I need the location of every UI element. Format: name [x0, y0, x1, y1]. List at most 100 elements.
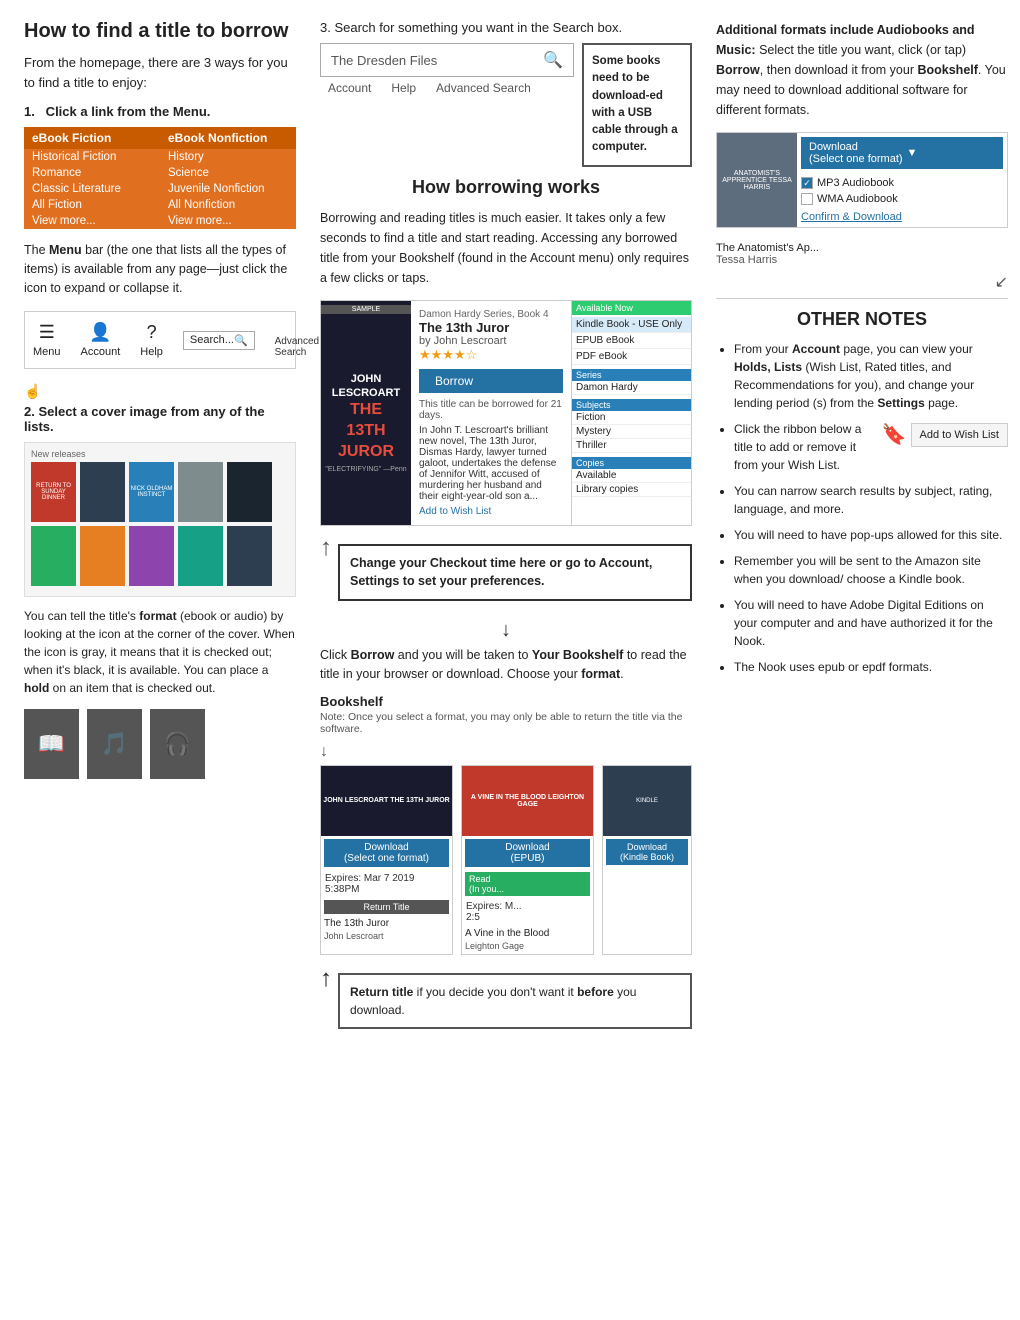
menu-header-nonfiction[interactable]: eBook Nonfiction	[160, 127, 296, 149]
menu-col-fiction: eBook Fiction Historical Fiction Romance…	[24, 127, 160, 229]
bs-download-btn-1[interactable]: Download(Select one format)	[324, 839, 449, 867]
df-option-mp3[interactable]: ✓ MP3 Audiobook	[801, 175, 1003, 191]
nav-search-bar[interactable]: Search... 🔍	[183, 331, 255, 350]
add-wishlist-link[interactable]: Add to Wish List	[419, 506, 563, 517]
nav-menu-item[interactable]: ☰ Menu	[33, 322, 61, 358]
mp3-checkbox[interactable]: ✓	[801, 177, 813, 189]
book-cover-5[interactable]	[227, 462, 272, 522]
note-item-7: The Nook uses epub or epdf formats.	[734, 658, 1008, 676]
bs-read-btn[interactable]: Read(In you...	[465, 872, 590, 896]
series-section-label: Series	[572, 369, 691, 381]
download-format-mock: ANATOMIST'S APPRENTICE TESSA HARRIS Down…	[716, 132, 1008, 228]
bs-card-1: JOHN LESCROART THE 13TH JUROR Download(S…	[320, 765, 453, 955]
copies-available: Available	[572, 469, 691, 483]
menu-item-romance[interactable]: Romance	[24, 165, 160, 181]
menu-item-more-nonfiction[interactable]: View more...	[160, 213, 296, 229]
menu-item-juvenile[interactable]: Juvenile Nonfiction	[160, 181, 296, 197]
series-val: Damon Hardy	[572, 381, 691, 395]
menu-item-historical[interactable]: Historical Fiction	[24, 149, 160, 165]
bs-cover-vine-text: A VINE IN THE BLOOD LEIGHTON GAGE	[462, 794, 593, 808]
df-download-btn[interactable]: Download(Select one format) ▼	[801, 137, 1003, 169]
book-cover-10[interactable]	[227, 526, 272, 586]
menu-item-science[interactable]: Science	[160, 165, 296, 181]
df-book-author: Tessa Harris	[716, 254, 1008, 266]
return-callout: Return title if you decide you don't wan…	[338, 973, 692, 1029]
search-icon[interactable]: 🔍	[543, 50, 563, 70]
book-cover-6[interactable]	[31, 526, 76, 586]
wma-label: WMA Audiobook	[817, 193, 898, 205]
bs-return-btn-1[interactable]: Return Title	[324, 900, 449, 914]
star-rating: ★★★★☆	[419, 347, 563, 363]
mp3-label: MP3 Audiobook	[817, 177, 894, 189]
bs-card-2: A VINE IN THE BLOOD LEIGHTON GAGE Downlo…	[461, 765, 594, 955]
menu-header-fiction[interactable]: eBook Fiction	[24, 127, 160, 149]
some-books-callout: Some books need to be download-ed with a…	[582, 43, 692, 167]
checkout-callout-text: Change your Checkout time here or go to …	[350, 556, 652, 589]
df-download-label: Download(Select one format)	[809, 141, 903, 165]
subject-mystery[interactable]: Mystery	[572, 425, 691, 439]
arrow-down-icon: ↓	[320, 619, 692, 642]
menu-mockup: eBook Fiction Historical Fiction Romance…	[24, 127, 296, 229]
nav-account-item[interactable]: 👤 Account	[81, 322, 121, 358]
wish-list-text: Click the ribbon below a title to add or…	[734, 420, 874, 474]
step1-label: 1. Click a link from the Menu.	[24, 104, 296, 119]
arrow-up-icon: ↑	[320, 534, 332, 562]
confirm-download-link[interactable]: Confirm & Download	[801, 211, 1003, 223]
menu-item-history[interactable]: History	[160, 149, 296, 165]
nav-help-item[interactable]: ? Help	[140, 322, 163, 358]
book-cover-9[interactable]	[178, 526, 223, 586]
df-option-wma[interactable]: WMA Audiobook	[801, 191, 1003, 207]
note-item-3: You can narrow search results by subject…	[734, 482, 1008, 518]
note-item-4: You will need to have pop-ups allowed fo…	[734, 526, 1008, 544]
wma-checkbox[interactable]	[801, 193, 813, 205]
add-wishlist-btn[interactable]: Add to Wish List	[911, 423, 1008, 448]
link-help[interactable]: Help	[391, 81, 416, 95]
bs-download-btn-2[interactable]: Download(EPUB)	[465, 839, 590, 867]
book-cover-7[interactable]	[80, 526, 125, 586]
search-bar[interactable]: The Dresden Files 🔍	[320, 43, 574, 77]
bs-cover-juror: JOHN LESCROART THE 13TH JUROR	[321, 766, 452, 836]
nav-menu-label: Menu	[33, 346, 61, 358]
book-cover-3[interactable]: NICK OLDHAM INSTINCT	[129, 462, 174, 522]
menu-item-more-fiction[interactable]: View more...	[24, 213, 160, 229]
bs-download-btn-3[interactable]: Download(Kindle Book)	[606, 839, 688, 865]
book-author: by John Lescroart	[419, 335, 563, 347]
cover-book-title: JOHNLESCROARTTHE13THJUROR	[332, 372, 400, 463]
bs-cover-kindle: KINDLE	[603, 766, 691, 836]
book-cover-4[interactable]	[178, 462, 223, 522]
format-epub[interactable]: EPUB eBook	[572, 333, 691, 349]
book-cover-detail: SAMPLE JOHNLESCROARTTHE13THJUROR "ELECTR…	[321, 301, 411, 525]
format-pdf[interactable]: PDF eBook	[572, 349, 691, 365]
right-column: Additional formats include Audiobooks an…	[712, 20, 1012, 1029]
advanced-search-label: Advanced Search	[275, 336, 319, 358]
format-text: You can tell the title's format (ebook o…	[24, 607, 296, 697]
subject-fiction[interactable]: Fiction	[572, 411, 691, 425]
middle-column: 3. Search for something you want in the …	[316, 20, 696, 1029]
format-kindle[interactable]: Kindle Book - USE Only	[572, 317, 691, 333]
sample-badge: SAMPLE	[321, 305, 411, 314]
help-icon: ?	[147, 322, 157, 343]
subject-thriller[interactable]: Thriller	[572, 439, 691, 453]
link-account[interactable]: Account	[328, 81, 371, 95]
other-notes-list: From your Account page, you can view you…	[716, 340, 1008, 676]
bs-card-title-2: A Vine in the Blood	[462, 926, 593, 941]
book-cover-1[interactable]: RETURN TO SUNDAY DINNER	[31, 462, 76, 522]
link-advanced-search[interactable]: Advanced Search	[436, 81, 531, 95]
format-icons: 📖 🎵 🎧	[24, 709, 296, 779]
covers-row-2	[31, 526, 289, 586]
book-cover-8[interactable]	[129, 526, 174, 586]
return-bold: Return title	[350, 985, 413, 999]
borrow-button[interactable]: Borrow	[419, 369, 563, 393]
before-bold: before	[577, 985, 614, 999]
menu-item-classic[interactable]: Classic Literature	[24, 181, 160, 197]
book-covers-grid: New releases RETURN TO SUNDAY DINNER NIC…	[24, 442, 296, 597]
checkout-callout: Change your Checkout time here or go to …	[338, 544, 692, 602]
bs-read-area: Read(In you...	[462, 870, 593, 898]
book-cover-2[interactable]	[80, 462, 125, 522]
menu-item-allfiction[interactable]: All Fiction	[24, 197, 160, 213]
menu-item-allnonfiction[interactable]: All Nonfiction	[160, 197, 296, 213]
some-books-text: Some books need to be download-ed with a…	[592, 55, 678, 153]
menu-desc: The Menu bar (the one that lists all the…	[24, 241, 296, 297]
new-releases-label: New releases	[31, 449, 289, 459]
df-book-title: The Anatomist's Ap...	[716, 242, 1008, 254]
